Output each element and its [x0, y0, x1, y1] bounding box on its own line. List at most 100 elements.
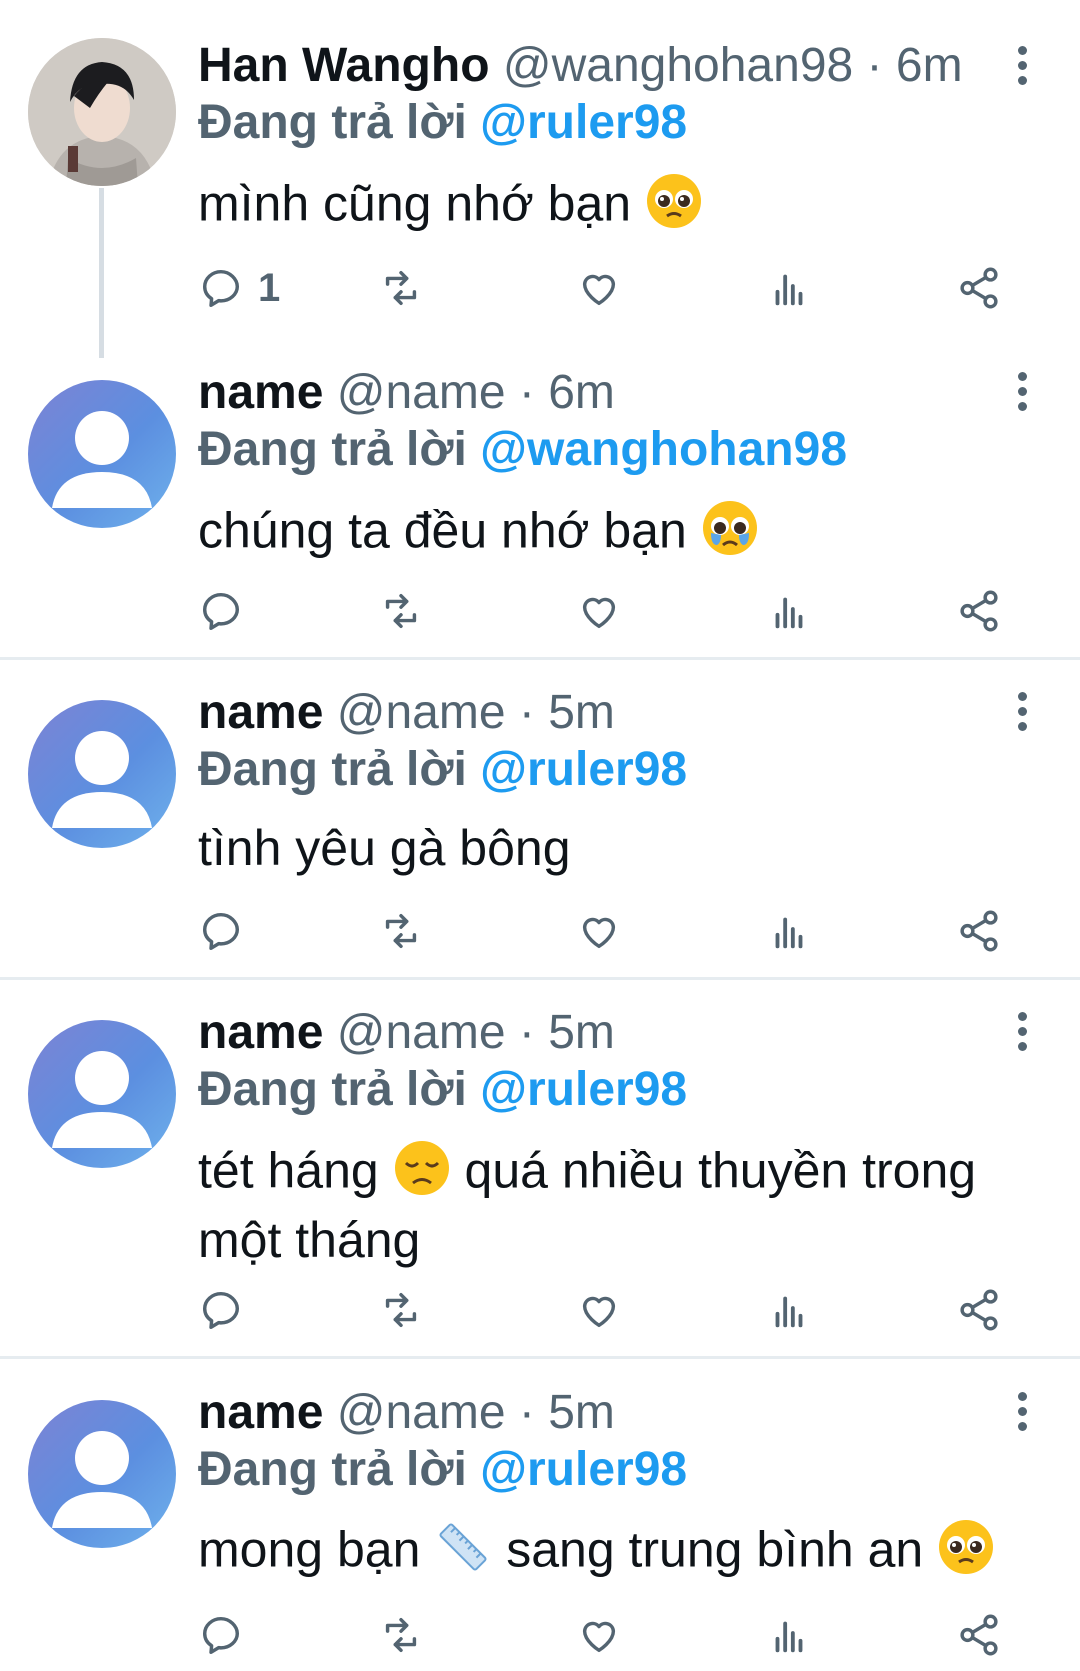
retweet-button[interactable] — [378, 907, 424, 955]
thread-connector-line — [99, 188, 104, 358]
timestamp[interactable]: · 5m — [519, 1006, 615, 1059]
tweet-divider — [0, 1356, 1080, 1359]
analytics-icon — [775, 917, 803, 949]
tweet-text-line: sang trung bình an — [506, 1521, 924, 1578]
timestamp[interactable]: · 6m — [519, 366, 615, 419]
analytics-button[interactable] — [766, 907, 812, 955]
analytics-icon — [775, 1296, 803, 1328]
tweet-header: name @name · 5m — [198, 1005, 615, 1061]
avatar[interactable] — [28, 1020, 176, 1168]
tweet-text-line: tét háng — [198, 1142, 379, 1199]
more-icon[interactable] — [1010, 1012, 1034, 1052]
tweet-divider — [0, 657, 1080, 660]
user-handle[interactable]: @name — [337, 1006, 506, 1059]
replying-to: Đang trả lời @ruler98 — [198, 95, 687, 151]
user-handle[interactable]: @name — [337, 1386, 506, 1439]
share-icon — [960, 1289, 998, 1331]
tweet-header: name @name · 5m — [198, 685, 615, 741]
share-icon — [960, 910, 998, 952]
retweet-button[interactable] — [378, 264, 424, 312]
like-icon — [582, 1621, 616, 1653]
share-button[interactable] — [956, 907, 1002, 955]
reply-button[interactable] — [198, 1611, 244, 1659]
more-icon[interactable] — [1010, 1392, 1034, 1432]
replying-to-label: Đang trả lời — [198, 1443, 467, 1496]
user-handle[interactable]: @wanghohan98 — [503, 39, 853, 92]
mention-link[interactable]: @wanghohan98 — [480, 423, 847, 476]
like-button[interactable] — [576, 1611, 622, 1659]
share-button[interactable] — [956, 1611, 1002, 1659]
reply-button[interactable] — [198, 907, 244, 955]
tweet-text-line: mong bạn — [198, 1521, 421, 1578]
share-icon — [960, 267, 998, 309]
tweet-divider — [0, 977, 1080, 980]
retweet-icon — [385, 1617, 417, 1653]
retweet-icon — [385, 270, 417, 306]
display-name[interactable]: name — [198, 686, 323, 739]
avatar[interactable] — [28, 700, 176, 848]
like-button[interactable] — [576, 587, 622, 635]
share-button[interactable] — [956, 587, 1002, 635]
retweet-icon — [385, 913, 417, 949]
analytics-button[interactable] — [766, 587, 812, 635]
share-icon — [960, 1614, 998, 1656]
reply-button[interactable] — [198, 587, 244, 635]
mention-link[interactable]: @ruler98 — [480, 96, 687, 149]
display-name[interactable]: name — [198, 1006, 323, 1059]
reply-icon — [202, 1291, 240, 1329]
user-handle[interactable]: @name — [337, 366, 506, 419]
tweet-header: name @name · 6m — [198, 365, 615, 421]
share-button[interactable] — [956, 1286, 1002, 1334]
retweet-icon — [385, 593, 417, 629]
disappointed-face-icon — [393, 1139, 451, 1210]
display-name[interactable]: name — [198, 1386, 323, 1439]
like-button[interactable] — [576, 907, 622, 955]
analytics-icon — [775, 597, 803, 629]
retweet-button[interactable] — [378, 1611, 424, 1659]
display-name[interactable]: name — [198, 366, 323, 419]
reply-button[interactable] — [198, 1286, 244, 1334]
replying-to-label: Đang trả lời — [198, 96, 467, 149]
reply-icon — [202, 269, 240, 307]
avatar[interactable] — [28, 1400, 176, 1548]
avatar[interactable] — [28, 38, 176, 186]
pleading-face-icon — [937, 1518, 995, 1589]
mention-link[interactable]: @ruler98 — [480, 1443, 687, 1496]
retweet-button[interactable] — [378, 1286, 424, 1334]
user-handle[interactable]: @name — [337, 686, 506, 739]
reply-count: 1 — [258, 265, 281, 310]
analytics-button[interactable] — [766, 1611, 812, 1659]
timestamp[interactable]: · 5m — [519, 686, 615, 739]
avatar[interactable] — [28, 380, 176, 528]
crying-pleading-face-icon — [701, 499, 759, 570]
tweet-text: chúng ta đều nhớ bạn — [198, 499, 1020, 570]
analytics-button[interactable] — [766, 1286, 812, 1334]
replying-to-label: Đang trả lời — [198, 423, 467, 476]
mention-link[interactable]: @ruler98 — [480, 1063, 687, 1116]
reply-icon — [202, 592, 240, 630]
timestamp[interactable]: · 6m — [867, 39, 963, 92]
reply-button[interactable]: 1 — [198, 264, 280, 312]
share-button[interactable] — [956, 264, 1002, 312]
retweet-button[interactable] — [378, 587, 424, 635]
replying-to-label: Đang trả lời — [198, 1063, 467, 1116]
analytics-icon — [775, 274, 803, 306]
tweet-text-line: tình yêu gà bông — [198, 820, 571, 876]
replying-to: Đang trả lời @ruler98 — [198, 1442, 687, 1498]
like-button[interactable] — [576, 1286, 622, 1334]
like-button[interactable] — [576, 264, 622, 312]
more-icon[interactable] — [1010, 692, 1034, 732]
mention-link[interactable]: @ruler98 — [480, 743, 687, 796]
analytics-button[interactable] — [766, 264, 812, 312]
tweet-text: tét háng quá nhiều thuyền trong một thán… — [198, 1139, 1020, 1270]
replying-to: Đang trả lời @ruler98 — [198, 1062, 687, 1118]
like-icon — [582, 1296, 616, 1328]
timestamp[interactable]: · 5m — [519, 1386, 615, 1439]
more-icon[interactable] — [1010, 372, 1034, 412]
analytics-icon — [775, 1621, 803, 1653]
display-name[interactable]: Han Wangho — [198, 39, 490, 92]
more-icon[interactable] — [1010, 46, 1034, 86]
like-icon — [582, 917, 616, 949]
replying-to: Đang trả lời @ruler98 — [198, 742, 687, 798]
tweet-header: name @name · 5m — [198, 1385, 615, 1441]
